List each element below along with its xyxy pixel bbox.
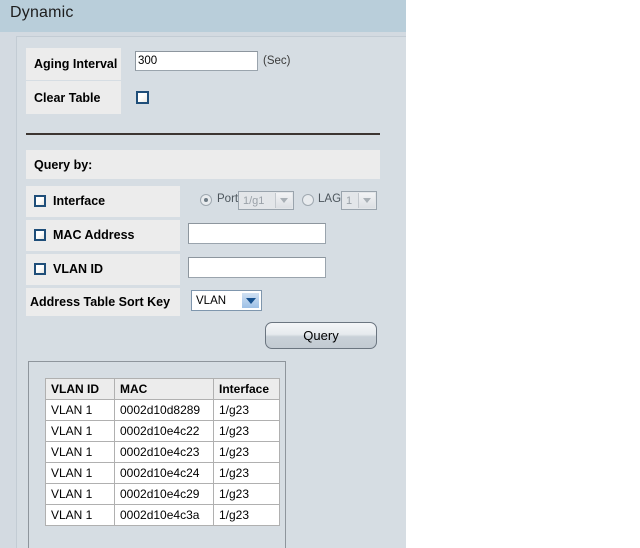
column-header-mac: MAC [114,378,214,400]
cell-mac: 0002d10e4c22 [114,420,214,442]
cell-vlan-id: VLAN 1 [45,483,115,505]
table-row: VLAN 1 0002d10e4c29 1/g23 [45,483,280,505]
cell-mac: 0002d10e4c24 [114,462,214,484]
mac-address-input[interactable] [188,223,326,244]
cell-vlan-id: VLAN 1 [45,441,115,463]
mac-address-checkbox[interactable] [34,229,46,241]
clear-table-label: Clear Table [26,81,121,114]
clear-table-checkbox[interactable] [136,91,149,104]
lag-radio-label: LAG [318,193,342,205]
section-divider [26,133,380,135]
query-vlan-cell [26,254,180,285]
page-title: Dynamic [10,4,74,21]
sort-key-value: VLAN [196,294,227,307]
sort-key-select[interactable]: VLAN [191,290,262,311]
cell-mac: 0002d10e4c3a [114,504,214,526]
sort-key-label: Address Table Sort Key [26,288,180,316]
lag-radio[interactable] [302,194,314,206]
cell-interface: 1/g23 [213,504,280,526]
content-panel: Dynamic Aging Interval (Sec) Clear Table… [0,0,406,548]
chevron-down-icon [358,193,375,208]
port-radio-label: Port [217,193,239,205]
cell-mac: 0002d10e4c23 [114,441,214,463]
column-header-interface: Interface [213,378,280,400]
mac-address-label: MAC Address [53,228,135,242]
port-radio[interactable] [200,194,212,206]
table-row: VLAN 1 0002d10e4c3a 1/g23 [45,504,280,526]
page-root: Dynamic Aging Interval (Sec) Clear Table… [0,0,640,548]
results-table-container: VLAN ID MAC Interface VLAN 1 0002d10d8289… [28,361,286,548]
table-row: VLAN 1 0002d10d8289 1/g23 [45,399,280,421]
cell-interface: 1/g23 [213,462,280,484]
cell-mac: 0002d10e4c29 [114,483,214,505]
vlan-id-label: VLAN ID [53,262,103,276]
results-table-body: VLAN 1 0002d10d8289 1/g23 VLAN 1 0002d10e4c2… [45,399,280,526]
table-row: VLAN 1 0002d10e4c24 1/g23 [45,462,280,484]
query-by-header: Query by: [26,150,380,179]
table-row: VLAN 1 0002d10e4c23 1/g23 [45,441,280,463]
cell-vlan-id: VLAN 1 [45,399,115,421]
aging-interval-unit: (Sec) [263,55,291,67]
aging-interval-input[interactable] [135,51,258,71]
cell-vlan-id: VLAN 1 [45,420,115,442]
port-select-value: 1/g1 [243,194,265,207]
column-header-vlan-id: VLAN ID [45,378,115,400]
cell-vlan-id: VLAN 1 [45,462,115,484]
cell-interface: 1/g23 [213,420,280,442]
table-header-row: VLAN ID MAC Interface [45,378,280,400]
lag-select-value: 1 [346,194,353,207]
cell-interface: 1/g23 [213,483,280,505]
cell-vlan-id: VLAN 1 [45,504,115,526]
interface-label: Interface [53,194,106,208]
cell-interface: 1/g23 [213,399,280,421]
cell-mac: 0002d10d8289 [114,399,214,421]
query-button[interactable]: Query [265,322,377,349]
table-row: VLAN 1 0002d10e4c22 1/g23 [45,420,280,442]
interface-checkbox[interactable] [34,195,46,207]
vlan-id-input[interactable] [188,257,326,278]
chevron-down-icon [275,193,292,208]
lag-select[interactable]: 1 [341,191,377,210]
aging-interval-label: Aging Interval [26,48,121,80]
port-select[interactable]: 1/g1 [238,191,294,210]
cell-interface: 1/g23 [213,441,280,463]
vlan-id-checkbox[interactable] [34,263,46,275]
chevron-down-icon [242,293,259,308]
results-table: VLAN ID MAC Interface VLAN 1 0002d10d8289… [45,378,280,526]
